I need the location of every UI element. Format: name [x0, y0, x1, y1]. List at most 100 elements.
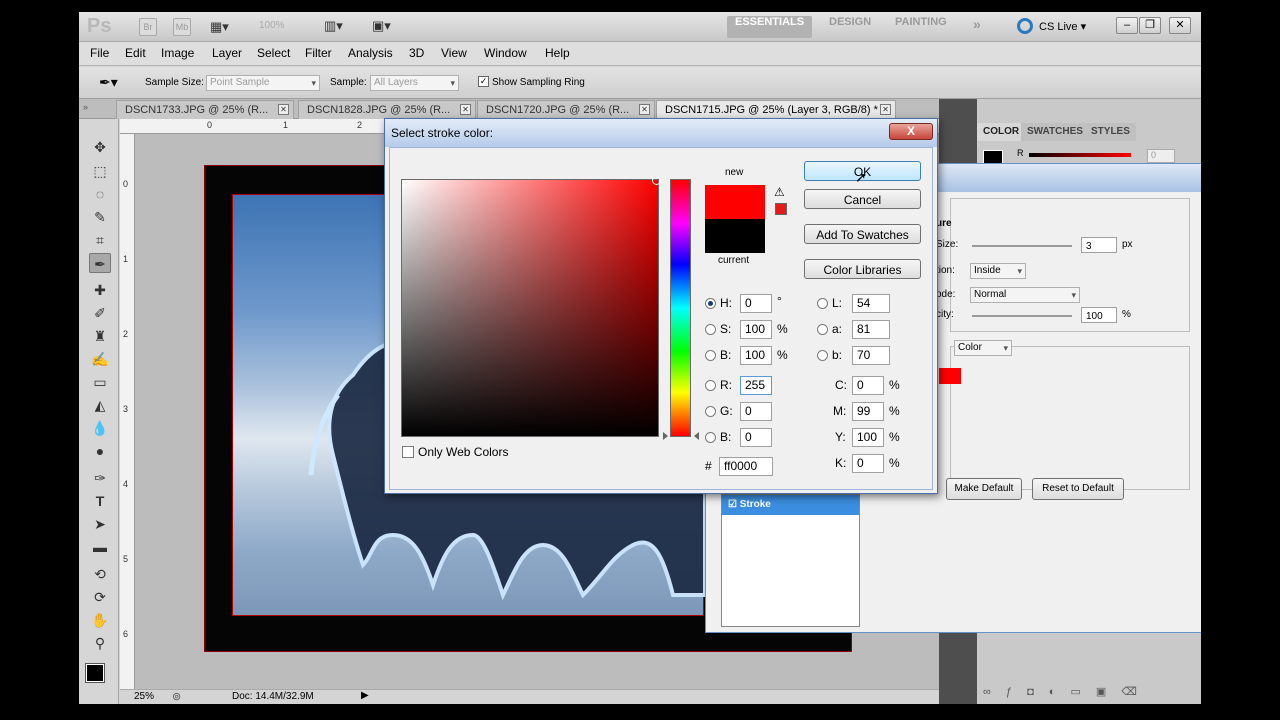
reset-default-button[interactable]: Reset to Default — [1032, 478, 1124, 500]
3d-orbit-icon[interactable]: ⟳ — [89, 587, 111, 607]
path-selection-icon[interactable]: ➤ — [89, 514, 111, 534]
lasso-tool-icon[interactable]: ◌ — [89, 184, 111, 204]
more-workspaces-icon[interactable]: » — [965, 16, 989, 38]
workspace-painting[interactable]: PAINTING — [887, 16, 955, 38]
quick-select-tool-icon[interactable]: ✎ — [89, 207, 111, 227]
eyedropper-preset-icon[interactable]: ✒▾ — [99, 74, 118, 91]
tab-swatches[interactable]: SWATCHES — [1021, 123, 1089, 141]
color-libraries-button[interactable]: Color Libraries — [804, 259, 921, 279]
3d-rotate-icon[interactable]: ⟲ — [89, 564, 111, 584]
dodge-tool-icon[interactable]: ● — [89, 441, 111, 461]
menu-filter[interactable]: Filter — [305, 46, 332, 60]
gamut-swatch[interactable] — [775, 203, 787, 215]
type-tool-icon[interactable]: T — [89, 491, 111, 511]
r-value-field[interactable]: 0 — [1147, 149, 1175, 163]
arrange-documents-icon[interactable]: ▥▾ — [324, 18, 343, 34]
paint-bucket-icon[interactable]: ◭ — [89, 395, 111, 415]
zoom-level[interactable]: 100% — [259, 20, 285, 31]
bridge-button[interactable]: Br — [139, 18, 157, 36]
screen-mode-icon[interactable]: ▣▾ — [372, 18, 391, 34]
l-field[interactable]: 54 — [852, 294, 890, 313]
hue-slider-right-arrow[interactable] — [694, 432, 699, 440]
current-color-swatch[interactable] — [705, 219, 765, 253]
workspace-design[interactable]: DESIGN — [821, 16, 879, 38]
tab-dscn1720[interactable]: DSCN1720.JPG @ 25% (R... ✕ — [477, 100, 655, 119]
opacity-field[interactable]: 100 — [1081, 307, 1117, 323]
collapse-icon[interactable]: » — [83, 102, 88, 112]
color-field-cursor[interactable] — [652, 176, 661, 185]
menu-3d[interactable]: 3D — [409, 46, 424, 60]
r-field[interactable]: 255 — [740, 376, 772, 395]
h-field[interactable]: 0 — [740, 294, 772, 313]
h-radio[interactable] — [705, 298, 716, 309]
s-field[interactable]: 100 — [740, 320, 772, 339]
hue-slider[interactable] — [670, 179, 691, 437]
menu-file[interactable]: File — [90, 46, 109, 60]
fill-type-select[interactable]: Color — [954, 340, 1012, 356]
close-tab-icon[interactable]: ✕ — [639, 104, 650, 115]
saturation-brightness-field[interactable] — [401, 176, 661, 437]
g-radio[interactable] — [705, 406, 716, 417]
close-tab-icon[interactable]: ✕ — [460, 104, 471, 115]
lab-b-field[interactable]: 70 — [852, 346, 890, 365]
clone-stamp-icon[interactable]: ♜ — [89, 326, 111, 346]
eraser-tool-icon[interactable]: ▭ — [89, 372, 111, 392]
foreground-color-swatch[interactable] — [85, 663, 105, 683]
hue-slider-left-arrow[interactable] — [663, 432, 668, 440]
make-default-button[interactable]: Make Default — [946, 478, 1022, 500]
layers-footer-icons[interactable]: ∞ ƒ ◘ ◐ ▭ ▣ ⌫ — [983, 685, 1183, 698]
minimize-button[interactable]: – — [1116, 17, 1138, 34]
tab-dscn1715[interactable]: DSCN1715.JPG @ 25% (Layer 3, RGB/8) * ✕ — [656, 100, 896, 119]
brush-tool-icon[interactable]: ✐ — [89, 303, 111, 323]
b-radio[interactable] — [705, 350, 716, 361]
tab-dscn1828[interactable]: DSCN1828.JPG @ 25% (R... ✕ — [298, 100, 476, 119]
opacity-slider[interactable] — [972, 315, 1072, 317]
eyedropper-tool-icon[interactable]: ✒ — [89, 253, 111, 273]
stroke-color-swatch[interactable] — [939, 368, 961, 384]
view-extras-icon[interactable]: ▦▾ — [210, 19, 229, 35]
zoom-tool-icon[interactable]: ⚲ — [89, 633, 111, 653]
b-field[interactable]: 100 — [740, 346, 772, 365]
status-zoom[interactable]: 25% — [134, 691, 154, 702]
stroke-style-item[interactable]: ☑ Stroke — [722, 495, 859, 515]
hex-field[interactable]: ff0000 — [719, 457, 773, 476]
position-select[interactable]: Inside — [970, 263, 1026, 279]
sample-size-select[interactable]: Point Sample — [206, 75, 320, 91]
close-dialog-button[interactable]: X — [889, 123, 933, 140]
mini-bridge-button[interactable]: Mb — [173, 18, 191, 36]
move-tool-icon[interactable]: ✥ — [89, 137, 111, 157]
add-to-swatches-button[interactable]: Add To Swatches — [804, 224, 921, 244]
close-tab-icon[interactable]: ✕ — [278, 104, 289, 115]
k-field[interactable]: 0 — [852, 454, 884, 473]
a-field[interactable]: 81 — [852, 320, 890, 339]
size-field[interactable]: 3 — [1081, 237, 1117, 253]
r-slider[interactable] — [1029, 153, 1131, 157]
tab-dscn1733[interactable]: DSCN1733.JPG @ 25% (R... ✕ — [116, 100, 294, 119]
a-radio[interactable] — [817, 324, 828, 335]
marquee-tool-icon[interactable]: ⬚ — [89, 161, 111, 181]
only-web-colors-checkbox[interactable] — [402, 446, 414, 458]
menu-view[interactable]: View — [441, 46, 467, 60]
out-of-gamut-warning-icon[interactable]: ⚠ — [774, 185, 785, 199]
workspace-essentials[interactable]: ESSENTIALS — [727, 16, 813, 38]
size-slider[interactable] — [972, 245, 1072, 247]
cs-live-button[interactable]: CS Live ▾ — [1039, 20, 1086, 33]
blend-mode-select[interactable]: Normal — [970, 287, 1080, 303]
close-window-button[interactable]: ✕ — [1169, 17, 1191, 34]
blue-field[interactable]: 0 — [740, 428, 772, 447]
menu-select[interactable]: Select — [257, 46, 290, 60]
menu-help[interactable]: Help — [545, 46, 570, 60]
r-radio[interactable] — [705, 380, 716, 391]
lab-b-radio[interactable] — [817, 350, 828, 361]
blur-tool-icon[interactable]: 💧 — [89, 418, 111, 438]
menu-layer[interactable]: Layer — [212, 46, 242, 60]
shape-tool-icon[interactable]: ▬ — [89, 537, 111, 557]
menu-window[interactable]: Window — [484, 46, 527, 60]
menu-edit[interactable]: Edit — [125, 46, 146, 60]
healing-brush-icon[interactable]: ✚ — [89, 280, 111, 300]
blue-radio[interactable] — [705, 432, 716, 443]
crop-tool-icon[interactable]: ⌗ — [89, 230, 111, 250]
c-field[interactable]: 0 — [852, 376, 884, 395]
m-field[interactable]: 99 — [852, 402, 884, 421]
s-radio[interactable] — [705, 324, 716, 335]
